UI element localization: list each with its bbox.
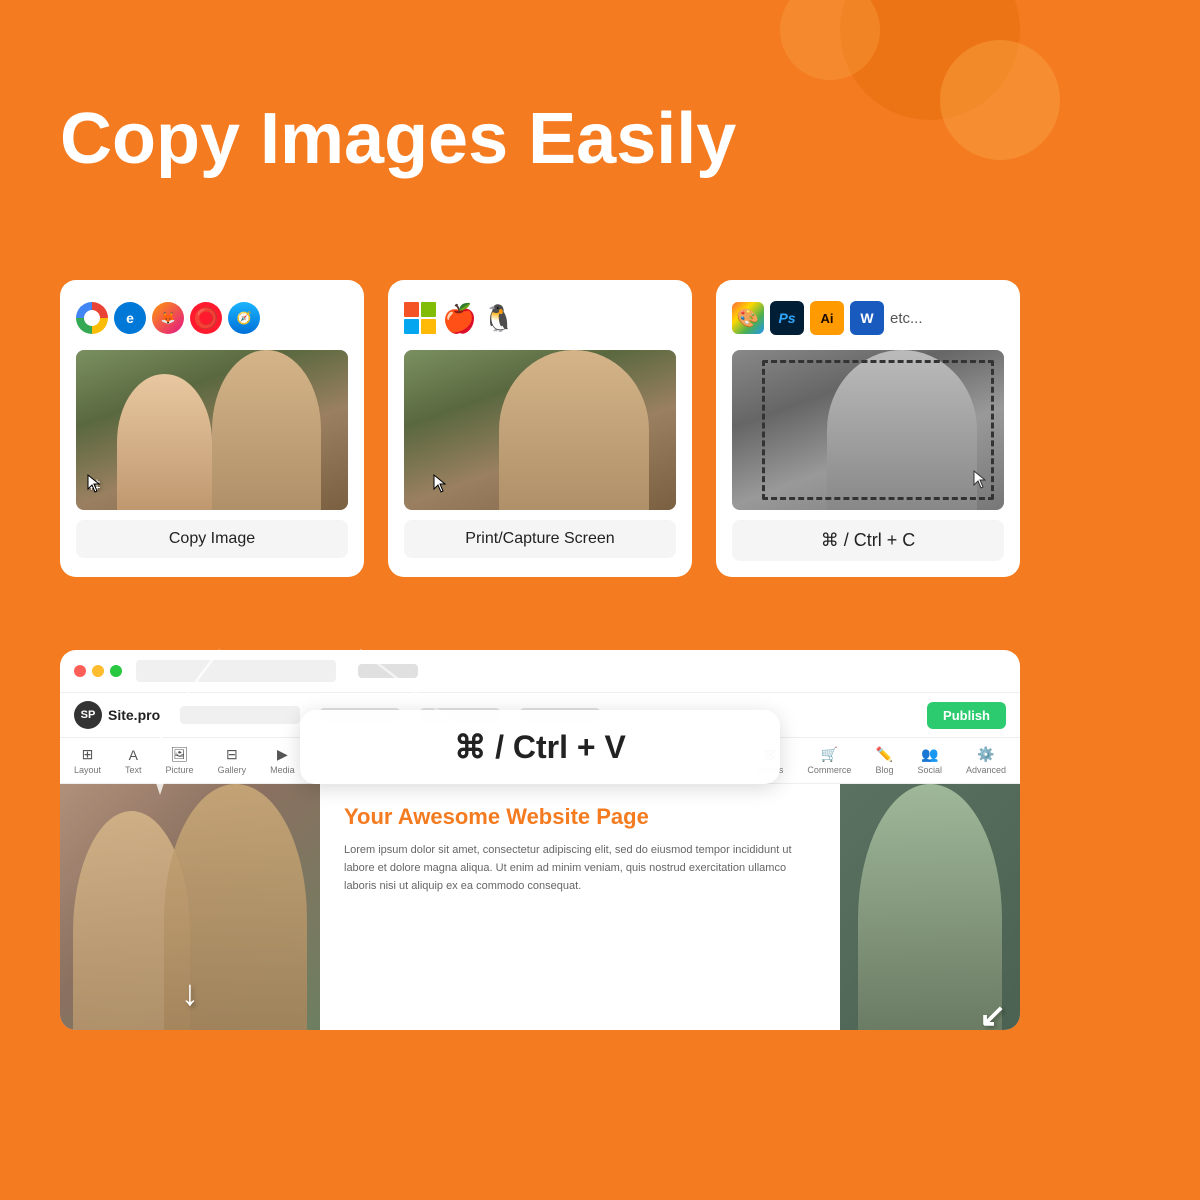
website-editor-card: SP Site.pro Publish ⊞ Layout A Text 🖼 Pi… (60, 650, 1020, 1030)
tool-layout[interactable]: ⊞ Layout (74, 746, 101, 775)
tool-picture[interactable]: 🖼 Picture (166, 746, 194, 775)
person-left (117, 374, 212, 510)
windows-icon (404, 302, 436, 334)
paint-icon: 🎨 (732, 302, 764, 334)
corner-arrow-indicator: ↙ (979, 996, 1006, 1030)
tool-blog-label: Blog (875, 765, 893, 775)
bg-circle-2 (940, 40, 1060, 160)
commerce-icon: 🛒 (821, 746, 838, 763)
site-url-bar[interactable] (180, 706, 300, 724)
cursor-overlay-3 (972, 469, 990, 496)
shortcut-paste-box: ⌘ / Ctrl + V (300, 710, 780, 784)
publish-button[interactable]: Publish (927, 702, 1006, 729)
blog-icon: ✏️ (876, 746, 893, 763)
site-name-label: Site.pro (108, 707, 160, 723)
apple-icon: 🍎 (442, 302, 477, 335)
edge-icon: e (114, 302, 146, 334)
layout-icon: ⊞ (82, 746, 94, 763)
browser-extra-bar (358, 664, 418, 678)
social-icon: 👥 (921, 746, 938, 763)
content-image-right: ↙ (840, 784, 1020, 1030)
gallery-icon: ⊟ (226, 746, 238, 763)
os-icons: 🍎 🐧 (404, 296, 676, 340)
picture-icon: 🖼 (171, 746, 189, 763)
firefox-icon: 🦊 (152, 302, 184, 334)
site-logo-circle: SP (74, 701, 102, 729)
app-icons: 🎨 Ps Ai W etc... (732, 296, 1004, 340)
photo-placeholder-3 (732, 350, 1004, 510)
down-arrow-indicator: ↓ (181, 972, 199, 1014)
content-text-area: Your Awesome Website Page Lorem ipsum do… (320, 784, 840, 1030)
tool-media-label: Media (270, 765, 295, 775)
browser-chrome-bar (60, 650, 1020, 693)
tool-commerce-label: Commerce (807, 765, 851, 775)
os-card-label: Print/Capture Screen (404, 520, 676, 558)
person-right (212, 350, 321, 510)
content-image-left: ↓ (60, 784, 320, 1030)
shortcut-paste-text: ⌘ / Ctrl + V (454, 729, 626, 765)
tool-text[interactable]: A Text (125, 747, 142, 775)
photo-placeholder (76, 350, 348, 510)
tool-media[interactable]: ▶ Media (270, 746, 295, 775)
tool-commerce[interactable]: 🛒 Commerce (807, 746, 851, 775)
cursor-overlay-2 (432, 473, 450, 500)
linux-icon: 🐧 (483, 303, 515, 334)
tl-green (110, 665, 122, 677)
browser-icons: e 🦊 ⭕ 🧭 (76, 296, 348, 340)
browser-card: e 🦊 ⭕ 🧭 ⌗ Copy Image (60, 280, 364, 577)
person-single (499, 350, 649, 510)
browser-card-label: Copy Image (76, 520, 348, 558)
tool-advanced-label: Advanced (966, 765, 1006, 775)
app-card-label: ⌘ / Ctrl + C (732, 520, 1004, 561)
safari-icon: 🧭 (228, 302, 260, 334)
content-page-title: Your Awesome Website Page (344, 804, 816, 830)
tool-advanced[interactable]: ⚙️ Advanced (966, 746, 1006, 775)
tool-blog[interactable]: ✏️ Blog (875, 746, 893, 775)
site-logo: SP Site.pro (74, 701, 160, 729)
illustrator-icon: Ai (810, 301, 844, 335)
tool-picture-label: Picture (166, 765, 194, 775)
opera-icon: ⭕ (190, 302, 222, 334)
browser-url-bar[interactable] (136, 660, 336, 682)
tool-social[interactable]: 👥 Social (917, 746, 942, 775)
tool-gallery[interactable]: ⊟ Gallery (218, 746, 247, 775)
media-icon: ▶ (277, 746, 288, 763)
app-card: 🎨 Ps Ai W etc... ⌘ / Ctrl + C (716, 280, 1020, 577)
page-title: Copy Images Easily (60, 100, 736, 179)
os-card: 🍎 🐧 Print/Capture Screen (388, 280, 692, 577)
os-card-image (404, 350, 676, 510)
website-content-area: ↓ Your Awesome Website Page Lorem ipsum … (60, 784, 1020, 1030)
tool-gallery-label: Gallery (218, 765, 247, 775)
tool-social-label: Social (917, 765, 942, 775)
chrome-icon (76, 302, 108, 334)
etc-label: etc... (890, 310, 923, 327)
tl-yellow (92, 665, 104, 677)
person-content-right-img (858, 784, 1002, 1030)
top-cards-container: e 🦊 ⭕ 🧭 ⌗ Copy Image (60, 280, 1020, 577)
tool-layout-label: Layout (74, 765, 101, 775)
text-icon: A (129, 747, 138, 763)
advanced-icon: ⚙️ (977, 746, 994, 763)
tool-text-label: Text (125, 765, 142, 775)
browser-card-image: ⌗ (76, 350, 348, 510)
photoshop-icon: Ps (770, 301, 804, 335)
content-body-text: Lorem ipsum dolor sit amet, consectetur … (344, 842, 816, 895)
cursor-overlay (86, 473, 104, 500)
person-bw (827, 350, 977, 510)
app-card-image (732, 350, 1004, 510)
word-icon: W (850, 301, 884, 335)
tl-red (74, 665, 86, 677)
